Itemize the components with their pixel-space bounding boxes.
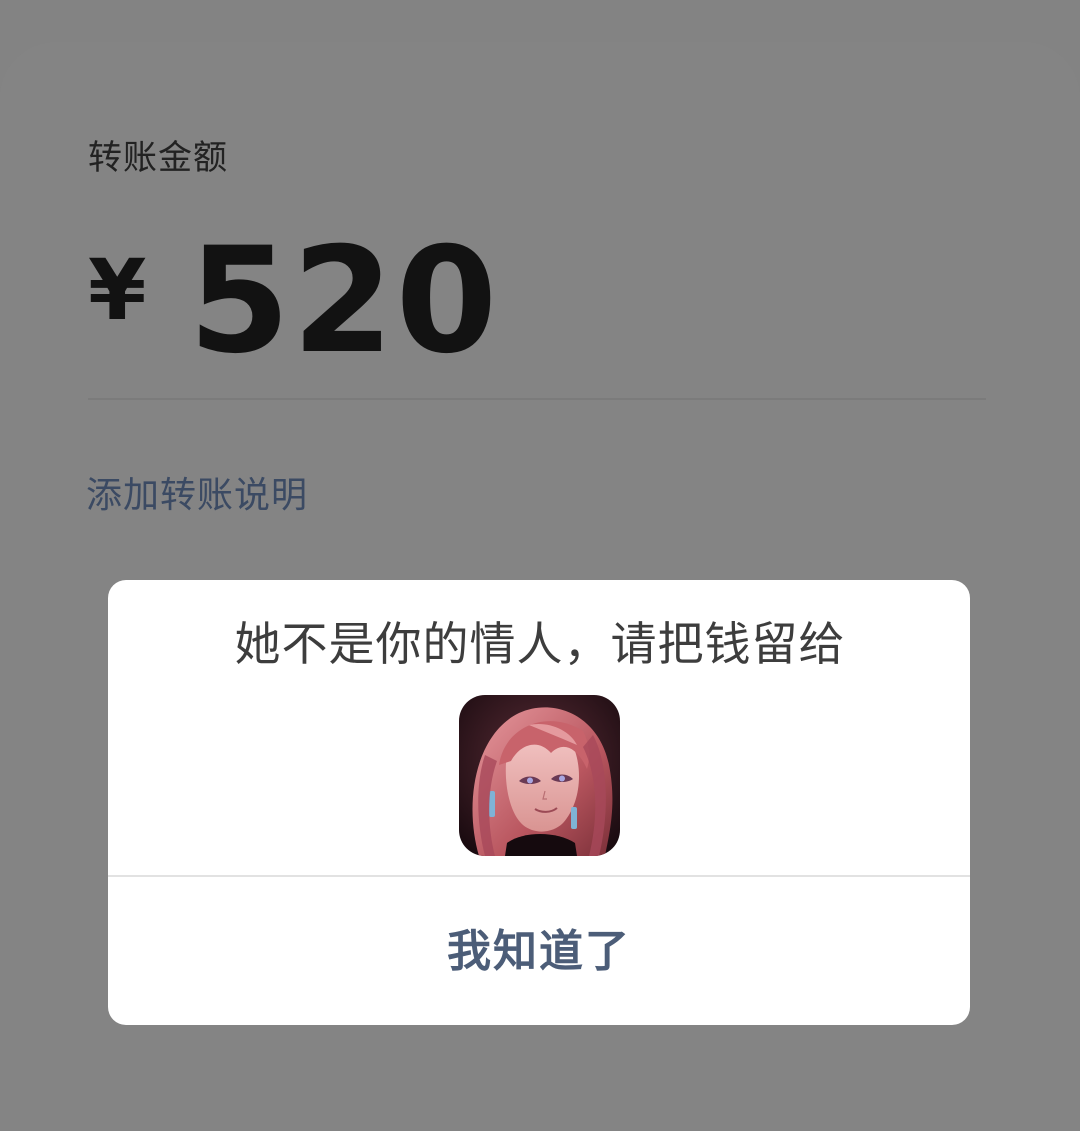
confirm-button-label: 我知道了 (447, 926, 631, 977)
portrait-avatar-icon (459, 695, 620, 856)
currency-symbol: ¥ (88, 241, 147, 339)
confirm-button[interactable]: 我知道了 (108, 877, 970, 1025)
amount-display[interactable]: ¥ 520 (88, 226, 499, 376)
amount-value: 520 (188, 216, 500, 386)
amount-divider (88, 398, 986, 400)
add-transfer-note-link[interactable]: 添加转账说明 (86, 466, 308, 518)
amount-label: 转账金额 (88, 138, 228, 178)
dialog-message: 她不是你的情人，请把钱留给 (234, 617, 846, 671)
